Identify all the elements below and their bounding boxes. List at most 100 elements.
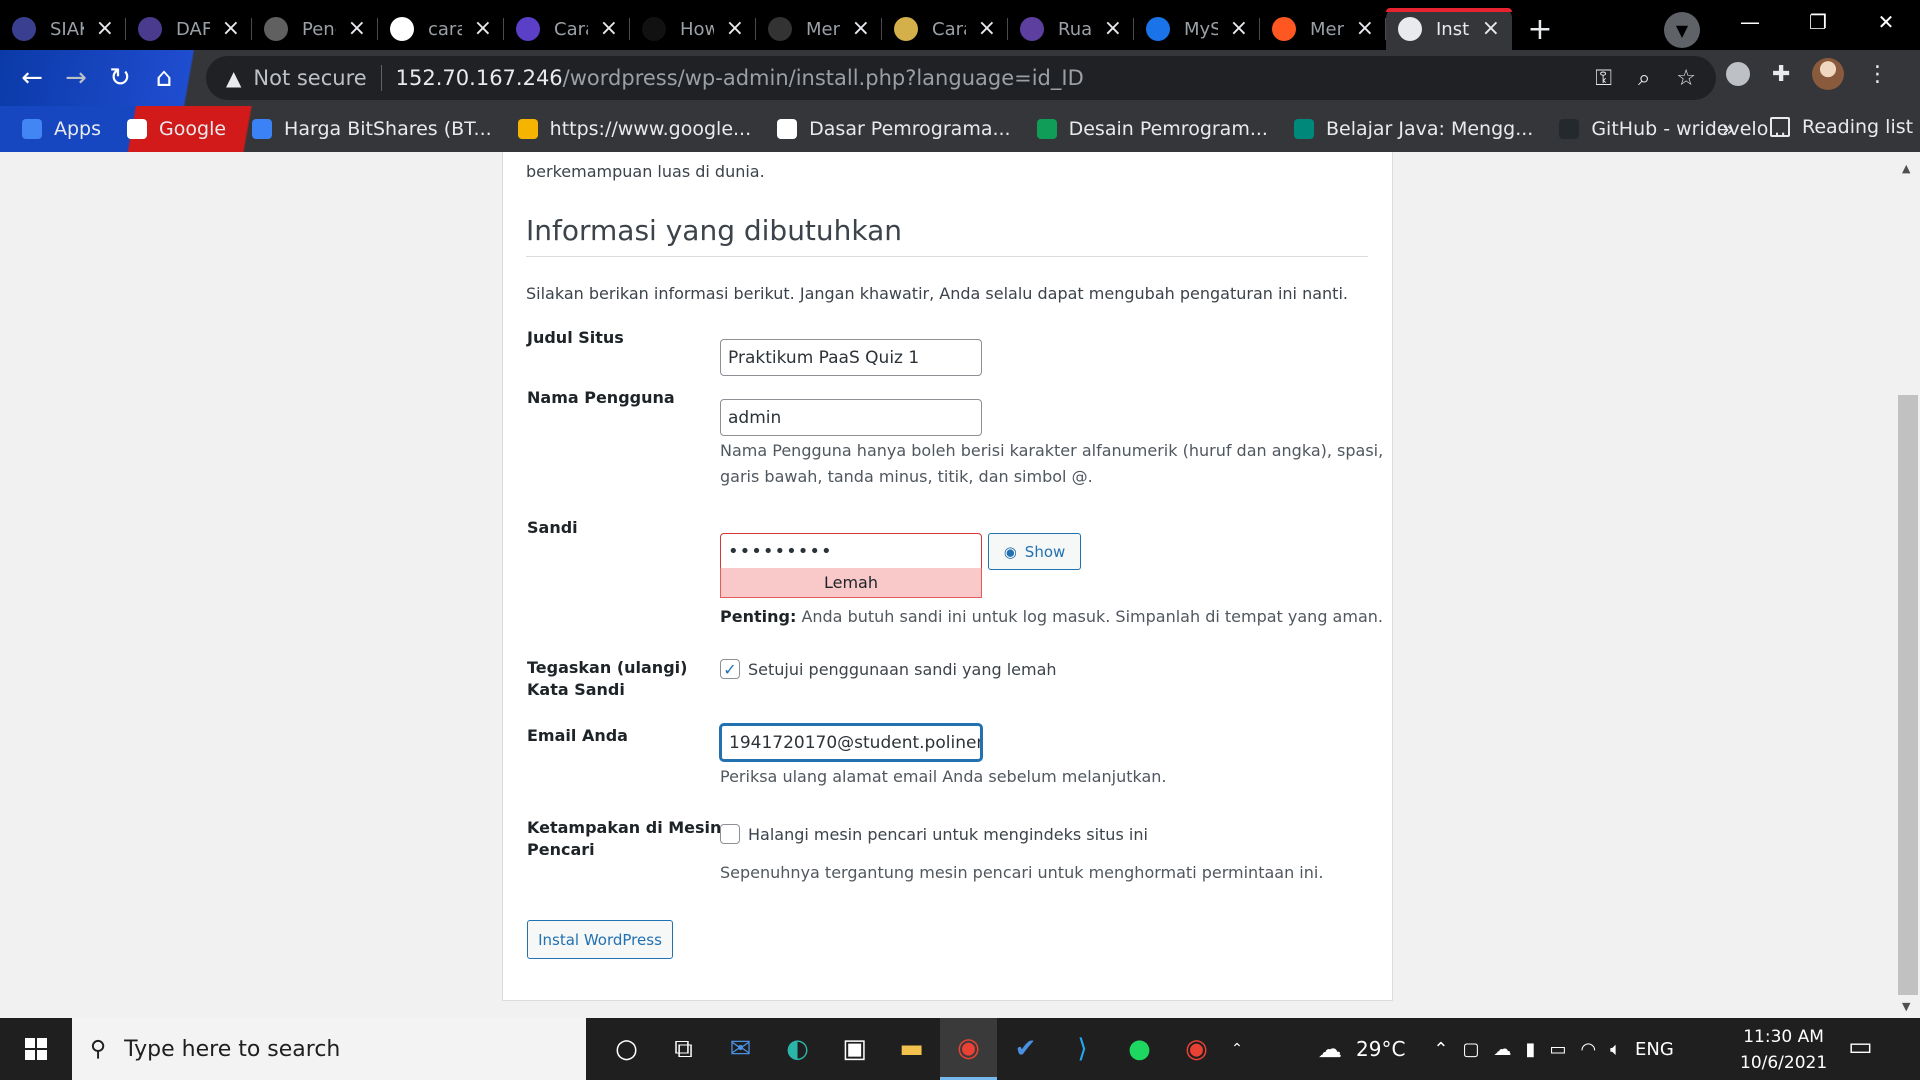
- start-button[interactable]: [0, 1018, 72, 1080]
- browser-tab[interactable]: Ruang ×: [1008, 8, 1134, 50]
- volume-icon[interactable]: 🔈︎: [1610, 1039, 1621, 1060]
- tab-favicon-icon: [390, 17, 414, 41]
- close-tab-icon[interactable]: ×: [1482, 18, 1500, 40]
- extension-icon[interactable]: [1726, 62, 1750, 86]
- task-view-button[interactable]: ⧉: [655, 1018, 712, 1080]
- browser-tab[interactable]: Cara ×: [504, 8, 630, 50]
- confirm-weak-password-checkbox[interactable]: ✓: [720, 659, 740, 679]
- tab-favicon-icon: [12, 17, 36, 41]
- bookmark-item[interactable]: https://www.google...: [517, 118, 751, 140]
- new-tab-button[interactable]: +: [1512, 8, 1568, 50]
- bookmark-item[interactable]: Harga BitShares (BT...: [252, 118, 492, 140]
- browser-tab[interactable]: Menu ×: [1260, 8, 1386, 50]
- spotify-app[interactable]: ●: [1111, 1018, 1168, 1080]
- minimize-button[interactable]: —: [1716, 0, 1784, 44]
- bookmarks-bar: Apps Google Harga BitShares (BT... https://…: [0, 106, 1920, 152]
- browser-tab[interactable]: Menu ×: [756, 8, 882, 50]
- browser-tab[interactable]: Pengajuan ×: [252, 8, 378, 50]
- browser-tab[interactable]: cara ×: [378, 8, 504, 50]
- block-search-engines-checkbox[interactable]: [720, 824, 740, 844]
- browser-tab[interactable]: Cara ×: [882, 8, 1008, 50]
- browser-tab[interactable]: How ×: [630, 8, 756, 50]
- close-tab-icon[interactable]: ×: [978, 18, 996, 40]
- meet-now-icon[interactable]: ▢: [1463, 1039, 1480, 1060]
- email-input[interactable]: 1941720170@student.polinema.ac.id: [720, 724, 982, 761]
- language-indicator[interactable]: ENG: [1635, 1039, 1674, 1060]
- home-button[interactable]: ⌂: [142, 56, 186, 100]
- wifi-icon[interactable]: ◠: [1580, 1039, 1596, 1060]
- browser-tab[interactable]: DAFTAR ×: [126, 8, 252, 50]
- restore-button[interactable]: ❐: [1784, 0, 1852, 44]
- mail-app[interactable]: ✉: [712, 1018, 769, 1080]
- reading-list-button[interactable]: Reading list: [1770, 116, 1913, 138]
- onedrive-icon[interactable]: ☁: [1494, 1039, 1512, 1060]
- show-hidden-icons-icon[interactable]: ⌃: [1433, 1039, 1448, 1060]
- tab-search-button[interactable]: ▼: [1664, 12, 1700, 48]
- password-strength-meter: Lemah: [720, 568, 982, 598]
- close-window-button[interactable]: ✕: [1852, 0, 1920, 44]
- windows-logo-icon: [25, 1038, 47, 1060]
- profile-avatar[interactable]: [1812, 58, 1845, 90]
- confirm-weak-password-label[interactable]: Setujui penggunaan sandi yang lemah: [748, 660, 1057, 679]
- close-tab-icon[interactable]: ×: [726, 18, 744, 40]
- taskbar-overflow-button[interactable]: ⌃: [1225, 1018, 1249, 1080]
- weather-cloud-icon[interactable]: ☁: [1318, 1035, 1342, 1063]
- chrome-profile-app[interactable]: ◉: [1168, 1018, 1225, 1080]
- bookmark-item[interactable]: Desain Pemrogram...: [1036, 118, 1268, 140]
- store-icon: ▣: [842, 1034, 867, 1064]
- close-tab-icon[interactable]: ×: [222, 18, 240, 40]
- install-wordpress-button[interactable]: Instal WordPress: [527, 920, 673, 959]
- bookmark-item[interactable]: Belajar Java: Mengg...: [1293, 118, 1533, 140]
- browser-tab[interactable]: MySQL ×: [1134, 8, 1260, 50]
- close-tab-icon[interactable]: ×: [96, 18, 114, 40]
- browser-tab[interactable]: Install ×: [1386, 8, 1512, 50]
- scroll-up-arrow-icon[interactable]: ▲: [1902, 162, 1910, 175]
- reading-list-icon: [1770, 117, 1790, 137]
- back-button[interactable]: ←: [10, 56, 54, 100]
- puzzle-icon[interactable]: ✚: [1772, 62, 1790, 87]
- bookmark-item[interactable]: Google: [127, 118, 226, 140]
- bookmark-item[interactable]: GitHub - wridevelo...: [1559, 118, 1786, 140]
- taskbar-search-box[interactable]: ⚲ Type here to search: [72, 1018, 586, 1080]
- edge-app[interactable]: ◐: [769, 1018, 826, 1080]
- cortana-button[interactable]: ○: [598, 1018, 655, 1080]
- battery-icon[interactable]: ▭: [1549, 1039, 1566, 1060]
- zoom-icon[interactable]: ⌕: [1638, 66, 1650, 91]
- system-clock[interactable]: 11:30 AM 10/6/2021: [1740, 1024, 1827, 1076]
- close-tab-icon[interactable]: ×: [600, 18, 618, 40]
- page-scrollbar[interactable]: ▲ ▼: [1896, 152, 1920, 1018]
- weather-temperature[interactable]: 29°C: [1356, 1037, 1405, 1061]
- file-explorer-app[interactable]: ▬: [883, 1018, 940, 1080]
- address-bar[interactable]: ▲ Not secure 152.70.167.246/wordpress/wp…: [206, 56, 1716, 100]
- scrollbar-thumb[interactable]: [1898, 395, 1918, 995]
- reload-button[interactable]: ↻: [98, 56, 142, 100]
- site-title-input[interactable]: Praktikum PaaS Quiz 1: [720, 339, 982, 376]
- key-icon[interactable]: ⚿: [1595, 66, 1612, 91]
- todo-app[interactable]: ✔: [997, 1018, 1054, 1080]
- menu-kebab-icon[interactable]: ⋮: [1866, 62, 1888, 87]
- close-tab-icon[interactable]: ×: [1104, 18, 1122, 40]
- bookmarks-overflow-button[interactable]: »: [1722, 117, 1734, 141]
- forward-button[interactable]: →: [54, 56, 98, 100]
- close-tab-icon[interactable]: ×: [1356, 18, 1374, 40]
- password-input[interactable]: •••••••••: [720, 533, 982, 570]
- star-icon[interactable]: ☆: [1676, 66, 1696, 91]
- url-text[interactable]: 152.70.167.246/wordpress/wp-admin/instal…: [396, 66, 1084, 90]
- show-password-button[interactable]: ◉ Show: [988, 533, 1081, 570]
- vscode-app[interactable]: ⟩: [1054, 1018, 1111, 1080]
- security-label[interactable]: Not secure: [253, 66, 366, 90]
- scroll-down-arrow-icon[interactable]: ▼: [1902, 1000, 1910, 1013]
- close-tab-icon[interactable]: ×: [852, 18, 870, 40]
- close-tab-icon[interactable]: ×: [474, 18, 492, 40]
- username-input[interactable]: admin: [720, 399, 982, 436]
- notification-center-icon[interactable]: ▭: [1848, 1032, 1873, 1062]
- usb-icon[interactable]: ▮: [1526, 1039, 1536, 1060]
- bookmark-item[interactable]: Dasar Pemrograma...: [777, 118, 1011, 140]
- close-tab-icon[interactable]: ×: [348, 18, 366, 40]
- browser-tab[interactable]: SIAKAD ×: [0, 8, 126, 50]
- chrome-app[interactable]: ◉: [940, 1018, 997, 1080]
- close-tab-icon[interactable]: ×: [1230, 18, 1248, 40]
- bookmark-item[interactable]: Apps: [22, 118, 101, 140]
- block-search-engines-label[interactable]: Halangi mesin pencari untuk mengindeks s…: [748, 825, 1148, 844]
- store-app[interactable]: ▣: [826, 1018, 883, 1080]
